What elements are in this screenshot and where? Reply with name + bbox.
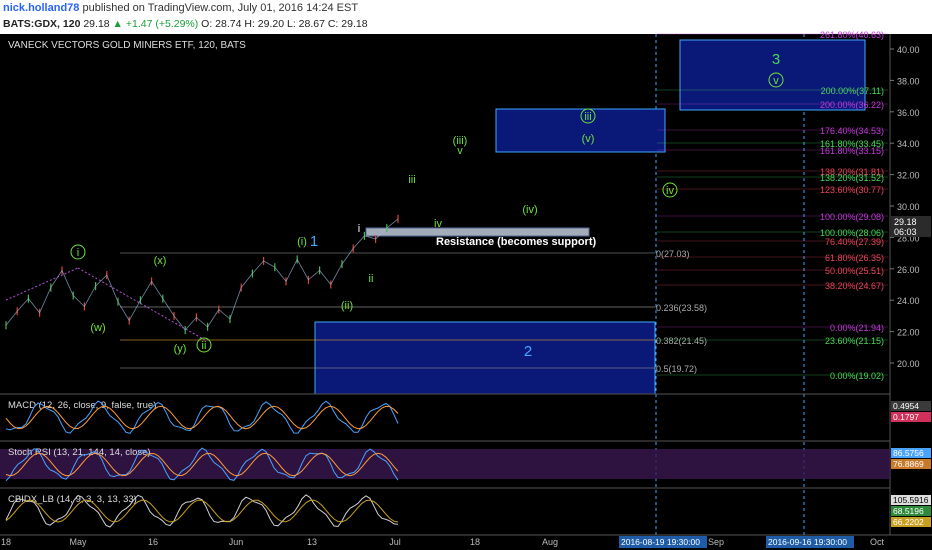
wave-label: (v)	[582, 133, 595, 145]
fib-extension-label: 38.20%(24.67)	[825, 281, 884, 291]
fib-extension-label: 161.80%(33.15)	[820, 146, 884, 156]
wave-label: (i)	[297, 236, 307, 248]
x-tick-label: Jul	[389, 537, 401, 547]
y-tick-label: 32.00	[897, 171, 920, 181]
fib-retracement-label: 0(27.03)	[656, 249, 690, 259]
indicator-badge-label: 68.5196	[893, 506, 924, 516]
wave-label: ii	[369, 273, 374, 285]
price-badge-label: 06:03	[894, 227, 917, 237]
indicator-badge-label: 0.1797	[893, 412, 919, 422]
fib-extension-label: 0.00%(19.02)	[830, 371, 884, 381]
wave-label: iv	[434, 218, 442, 230]
wave-label: 3	[772, 51, 780, 68]
wave-label: v	[773, 75, 779, 87]
y-tick-label: 22.00	[897, 328, 920, 338]
x-tick-label: 18	[1, 537, 11, 547]
indicator-badge-label: 86.5756	[893, 448, 924, 458]
y-tick-label: 34.00	[897, 139, 920, 149]
tradingview-chart-page: nick.holland78 published on TradingView.…	[0, 0, 932, 550]
x-tick-label: Aug	[542, 537, 558, 547]
wave-label: iv	[666, 185, 674, 197]
wave-label: v	[457, 145, 463, 157]
y-tick-label: 20.00	[897, 359, 920, 369]
x-tick-label: 16	[148, 537, 158, 547]
date-badge-label: 2016-09-16 19:30:00	[768, 537, 847, 547]
wave-label: iii	[408, 174, 415, 186]
wave-2-box	[314, 321, 656, 395]
y-tick-label: 26.00	[897, 265, 920, 275]
y-tick-label: 30.00	[897, 202, 920, 212]
x-tick-label: May	[69, 537, 87, 547]
wave-label: ii	[202, 340, 207, 352]
y-tick-label: 36.00	[897, 108, 920, 118]
wave-label: i	[77, 247, 79, 259]
wave-label: iii	[584, 111, 591, 123]
indicator-title: MACD (12, 26, close, 9, false, true)	[8, 400, 156, 411]
fib-extension-label: 200.00%(36.22)	[820, 100, 884, 110]
fib-extension-label: 23.60%(21.15)	[825, 336, 884, 346]
wave-label: (y)	[174, 343, 187, 355]
price-badge-label: 29.18	[894, 217, 917, 227]
x-tick-label: Jun	[229, 537, 244, 547]
fib-extension-label: 100.00%(29.08)	[820, 212, 884, 222]
fib-extension-label: 261.80%(40.63)	[820, 30, 884, 40]
fib-retracement-label: 0.236(23.58)	[656, 303, 707, 313]
fib-extension-label: 0.00%(21.94)	[830, 323, 884, 333]
indicator-badge-label: 76.8869	[893, 459, 924, 469]
wave-label: (ii)	[341, 300, 353, 312]
chart-title: VANECK VECTORS GOLD MINERS ETF, 120, BAT…	[8, 40, 246, 51]
indicator-badge-label: 66.2202	[893, 517, 924, 527]
resistance-label: Resistance (becomes support)	[436, 236, 596, 248]
wave-iii-box	[495, 108, 666, 153]
fib-extension-label: 61.80%(26.35)	[825, 253, 884, 263]
wave-label: i	[358, 223, 360, 235]
fib-extension-label: 138.20%(31.52)	[820, 173, 884, 183]
chart-canvas[interactable]: VANECK VECTORS GOLD MINERS ETF, 120, BAT…	[0, 0, 932, 550]
x-tick-label: 13	[307, 537, 317, 547]
fib-extension-label: 200.00%(37.11)	[821, 86, 884, 96]
resistance-zone	[365, 227, 590, 237]
fib-retracement-label: 0.5(19.72)	[656, 364, 697, 374]
wave-label: 1	[310, 233, 318, 250]
y-tick-label: 24.00	[897, 296, 920, 306]
x-tick-label: 18	[470, 537, 480, 547]
wave-label: 2	[524, 343, 532, 360]
wave-label: (w)	[90, 322, 105, 334]
y-tick-label: 40.00	[897, 45, 920, 55]
wave-label: (iv)	[522, 204, 537, 216]
y-tick-label: 38.00	[897, 76, 920, 86]
wave-label: (x)	[154, 255, 167, 267]
indicator-badge-label: 0.4954	[893, 401, 919, 411]
x-tick-label: Oct	[870, 537, 885, 547]
fib-extension-label: 50.00%(25.51)	[825, 266, 884, 276]
trendline	[5, 267, 79, 301]
fib-extension-label: 76.40%(27.39)	[825, 237, 884, 247]
fib-extension-label: 123.60%(30.77)	[820, 185, 884, 195]
x-tick-label: Sep	[708, 537, 724, 547]
fib-retracement-label: 0.382(21.45)	[656, 336, 707, 346]
fib-extension-label: 176.40%(34.53)	[820, 126, 884, 136]
date-badge-label: 2016-08-19 19:30:00	[621, 537, 700, 547]
indicator-badge-label: 105.5916	[893, 495, 929, 505]
price-line	[5, 218, 399, 331]
indicator-title: Stoch RSI (13, 21, 144, 14, close)	[8, 447, 151, 458]
